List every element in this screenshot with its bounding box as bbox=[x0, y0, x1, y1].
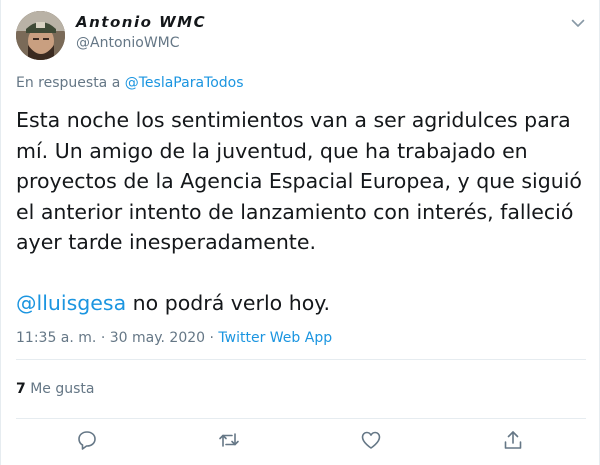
tweet-text: Esta noche los sentimientos van a ser ag… bbox=[16, 105, 591, 319]
tweet-meta: 11:35 a. m. · 30 may. 2020 · Twitter Web… bbox=[16, 330, 332, 346]
user-handle[interactable]: @AntonioWMC bbox=[76, 35, 180, 51]
likes-count: 7 bbox=[16, 381, 26, 397]
mention-link[interactable]: @lluisgesa bbox=[16, 291, 126, 315]
divider bbox=[16, 418, 586, 419]
meta-separator: · bbox=[96, 330, 110, 346]
divider bbox=[16, 359, 586, 360]
tweet-time[interactable]: 11:35 a. m. bbox=[16, 330, 96, 346]
reply-mention-link[interactable]: @TeslaParaTodos bbox=[125, 75, 244, 91]
tweet-text-line: Esta noche los sentimientos van a ser ag… bbox=[16, 108, 571, 132]
heart-icon[interactable] bbox=[359, 428, 383, 452]
tweet-text-line: el anterior intento de lanzamiento con i… bbox=[16, 199, 574, 224]
tweet-detail: 𝘼𝙣𝙩𝙤𝙣𝙞𝙤 𝙒𝙈𝘾 @AntonioWMC En respuesta a @… bbox=[0, 0, 600, 465]
reply-icon[interactable] bbox=[75, 428, 99, 452]
tweet-text-line: @lluisgesa no podrá verlo hoy. bbox=[16, 288, 591, 319]
reply-context: En respuesta a @TeslaParaTodos bbox=[16, 75, 244, 91]
reply-prefix: En respuesta a bbox=[16, 75, 121, 91]
meta-separator: · bbox=[205, 330, 219, 346]
avatar[interactable] bbox=[16, 11, 65, 60]
chevron-down-icon[interactable] bbox=[569, 14, 587, 32]
display-name[interactable]: 𝘼𝙣𝙩𝙤𝙣𝙞𝙤 𝙒𝙈𝘾 bbox=[76, 13, 206, 31]
likes-link[interactable]: 7 Me gusta bbox=[16, 381, 94, 397]
retweet-icon[interactable] bbox=[217, 428, 241, 452]
tweet-text-line: ayer tarde inesperadamente. bbox=[16, 230, 316, 254]
avatar-photo bbox=[16, 11, 65, 60]
tweet-text-rest: no podrá verlo hoy. bbox=[126, 291, 330, 315]
tweet-text-line: mí. Un amigo de la juventud, que ha trab… bbox=[16, 138, 528, 163]
tweet-date[interactable]: 30 may. 2020 bbox=[110, 330, 205, 346]
share-icon[interactable] bbox=[501, 428, 525, 452]
tweet-source-link[interactable]: Twitter Web App bbox=[218, 330, 332, 346]
likes-label: Me gusta bbox=[25, 381, 95, 397]
tweet-text-line: proyectos de la Agencia Espacial Europea… bbox=[16, 169, 582, 193]
